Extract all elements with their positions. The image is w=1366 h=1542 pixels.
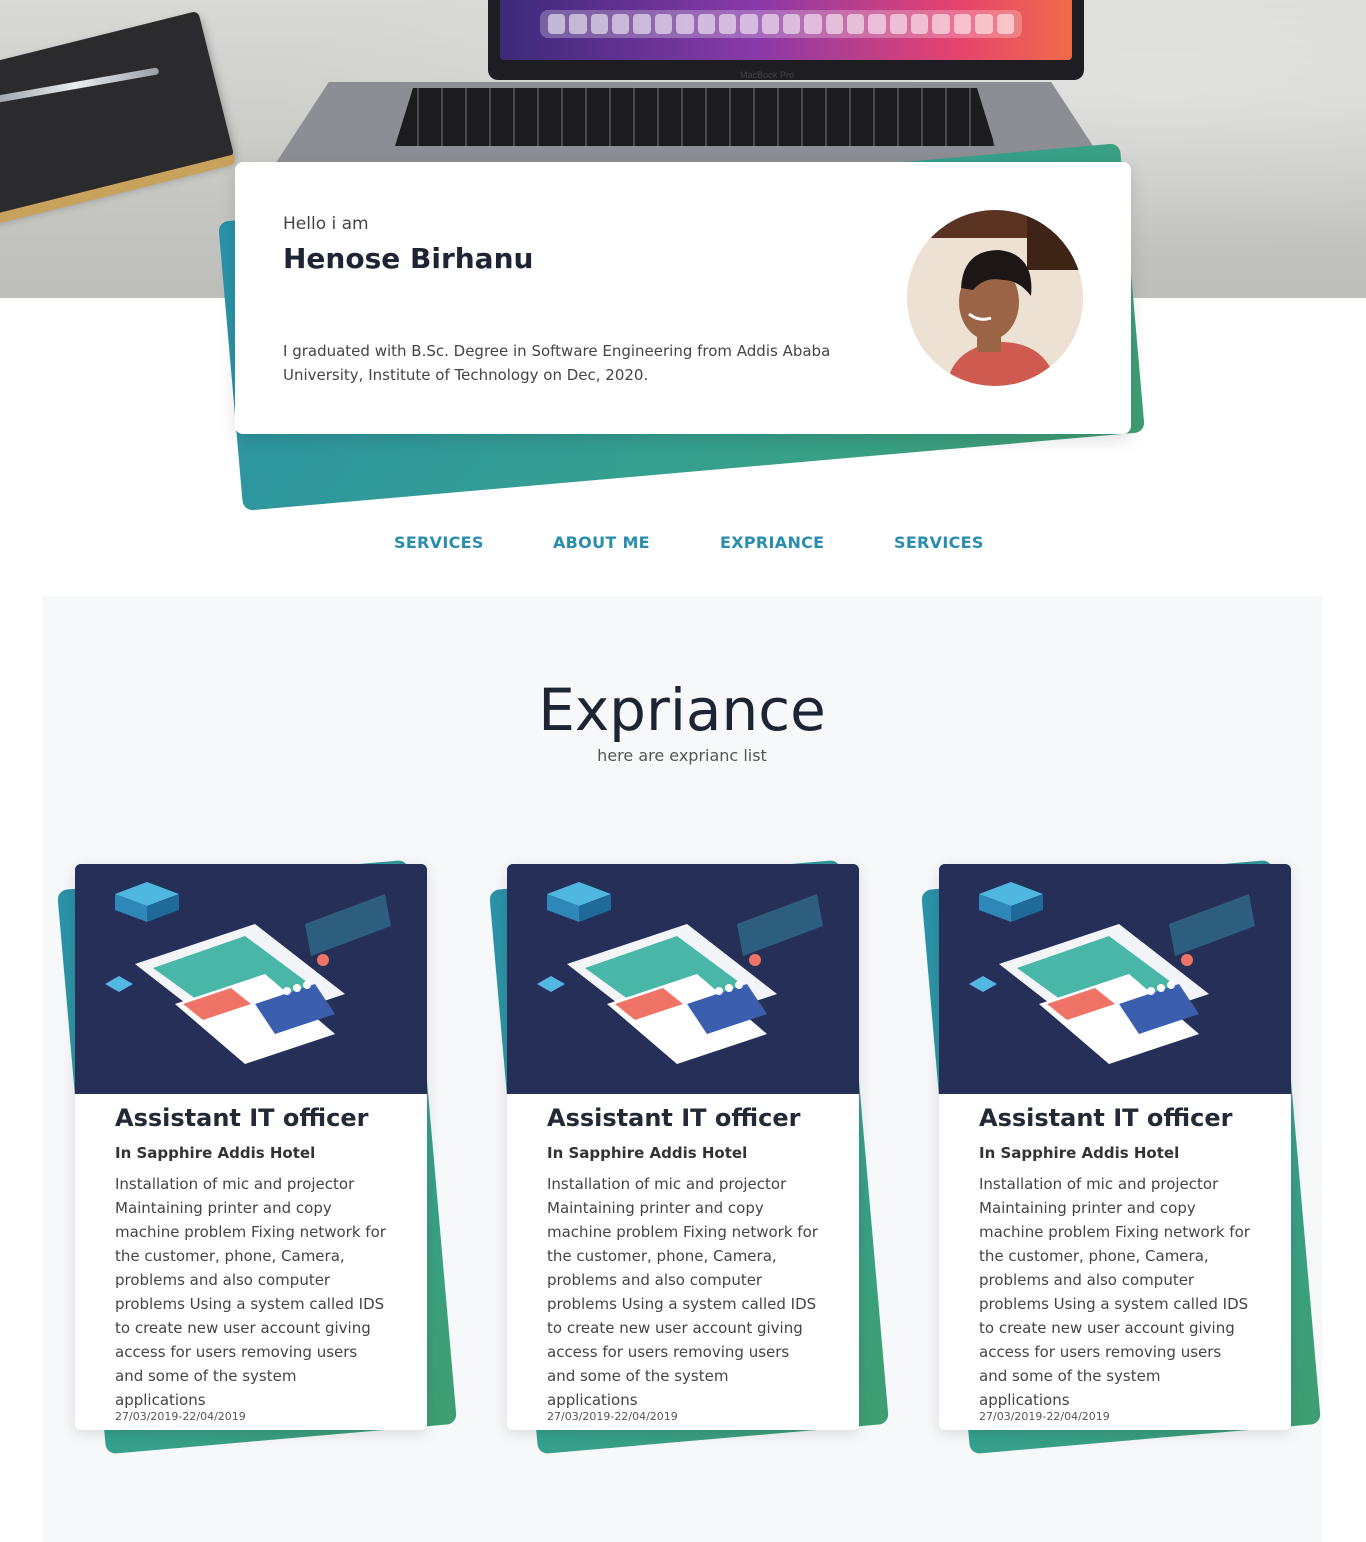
experience-card: Assistant IT officer In Sapphire Addis H… — [489, 859, 889, 1455]
card-title: Assistant IT officer — [979, 1104, 1233, 1132]
experience-card: Assistant IT officer In Sapphire Addis H… — [921, 859, 1321, 1455]
experience-section: Expriance here are exprianc list Assista… — [42, 596, 1322, 1542]
laptop-keyboard-image — [395, 88, 995, 146]
card-date: 27/03/2019-22/04/2019 — [979, 1410, 1110, 1423]
card-description: Installation of mic and projector Mainta… — [979, 1175, 1250, 1409]
card-content: Assistant IT officer In Sapphire Addis H… — [939, 864, 1291, 1430]
profile-bio: I graduated with B.Sc. Degree in Softwar… — [283, 342, 831, 384]
card-company: In Sapphire Addis Hotel — [115, 1144, 316, 1162]
isometric-phone-illustration — [939, 864, 1291, 1094]
card-content: Assistant IT officer In Sapphire Addis H… — [507, 864, 859, 1430]
card-illustration — [75, 864, 427, 1094]
profile-section: Hello i am Henose Birhanu I graduated wi… — [218, 143, 1145, 511]
card-description: Installation of mic and projector Mainta… — [115, 1175, 386, 1409]
dock-icons — [540, 10, 1022, 38]
nav-services-2[interactable]: SERVICES — [894, 533, 984, 552]
card-title: Assistant IT officer — [547, 1104, 801, 1132]
card-company: In Sapphire Addis Hotel — [979, 1144, 1180, 1162]
experience-subtitle: here are exprianc list — [597, 746, 767, 765]
profile-card: Hello i am Henose Birhanu I graduated wi… — [235, 162, 1131, 434]
isometric-phone-illustration — [75, 864, 427, 1094]
card-date: 27/03/2019-22/04/2019 — [547, 1410, 678, 1423]
avatar-photo — [907, 210, 1083, 386]
experience-title: Expriance — [538, 676, 826, 744]
avatar — [907, 210, 1083, 386]
laptop-brand-label: MacBook Pro — [740, 70, 795, 80]
isometric-phone-illustration — [507, 864, 859, 1094]
card-company: In Sapphire Addis Hotel — [547, 1144, 748, 1162]
experience-card: Assistant IT officer In Sapphire Addis H… — [57, 859, 457, 1455]
card-content: Assistant IT officer In Sapphire Addis H… — [75, 864, 427, 1430]
nav-expriance[interactable]: EXPRIANCE — [720, 533, 824, 552]
nav-about-me[interactable]: ABOUT ME — [553, 533, 650, 552]
card-illustration — [939, 864, 1291, 1094]
laptop-screen-image — [488, 0, 1084, 80]
laptop-display — [500, 0, 1072, 60]
card-title: Assistant IT officer — [115, 1104, 369, 1132]
card-illustration — [507, 864, 859, 1094]
card-description: Installation of mic and projector Mainta… — [547, 1175, 818, 1409]
nav-services[interactable]: SERVICES — [394, 533, 484, 552]
card-date: 27/03/2019-22/04/2019 — [115, 1410, 246, 1423]
